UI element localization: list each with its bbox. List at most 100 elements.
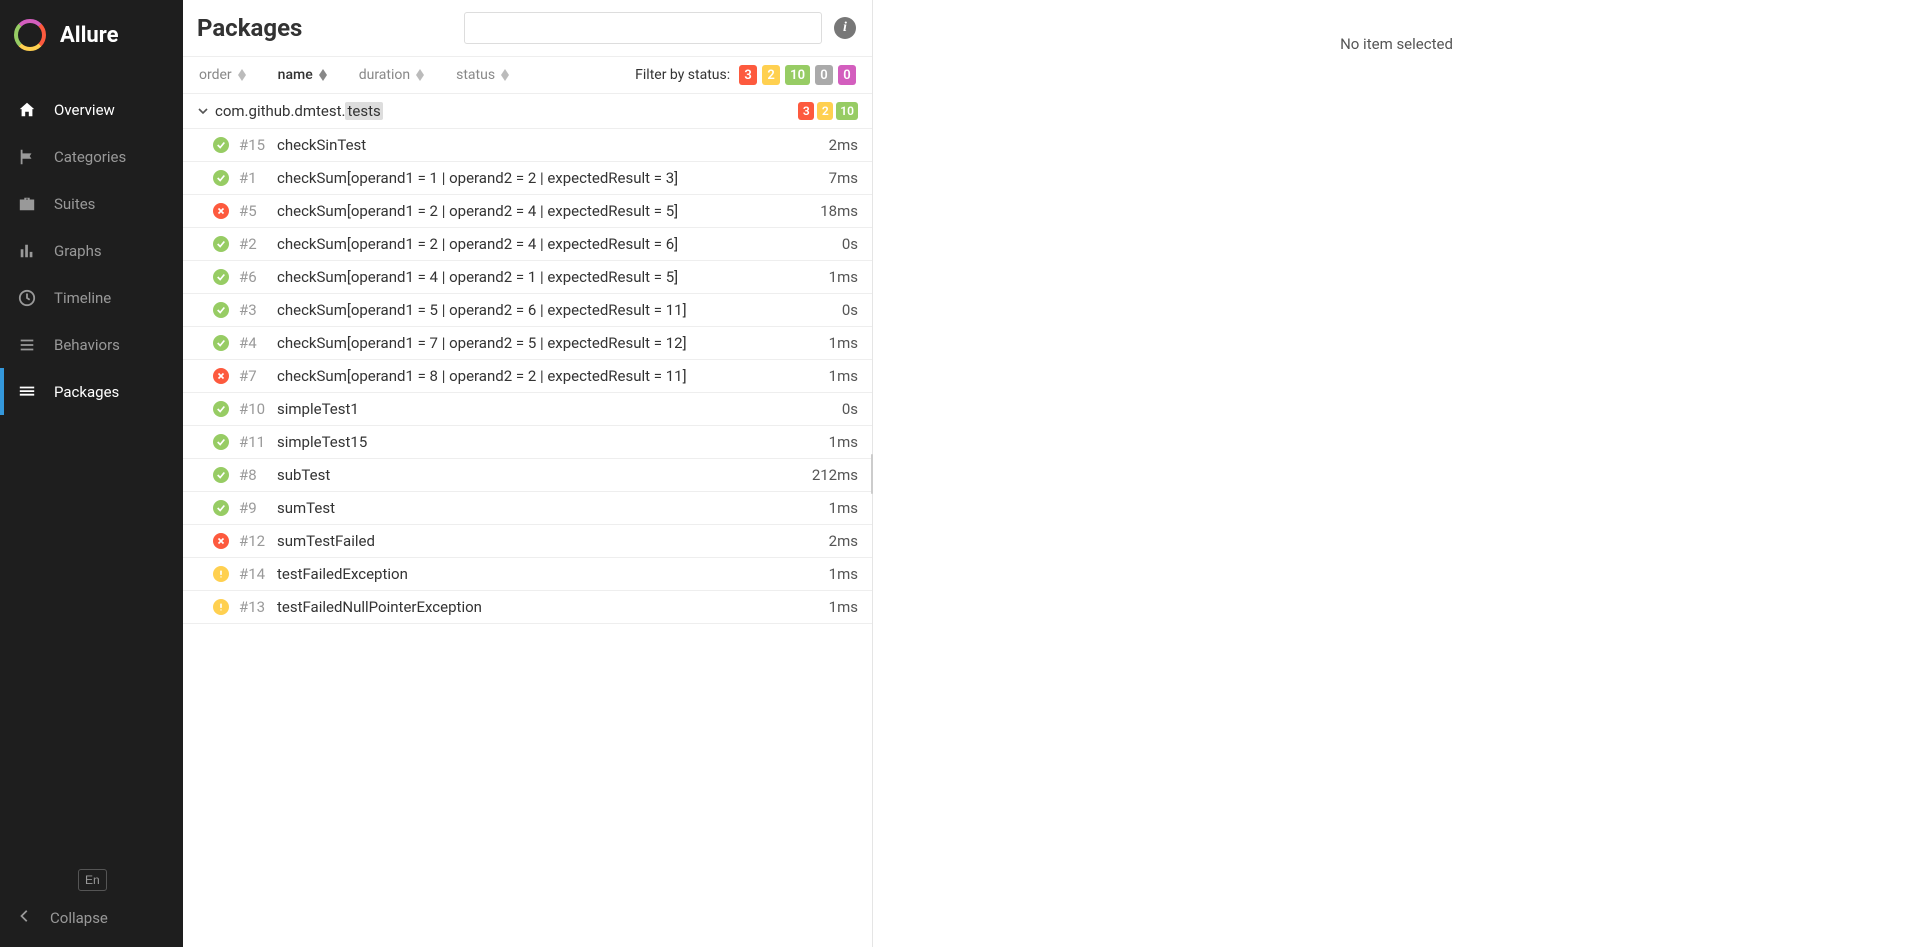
test-id: #8 — [239, 466, 269, 484]
list-icon — [18, 336, 36, 354]
nav-item-packages[interactable]: Packages — [0, 368, 183, 415]
sort-order[interactable]: order — [199, 67, 246, 83]
collapse-sidebar[interactable]: Collapse — [18, 909, 165, 927]
sort-duration-label: duration — [359, 67, 410, 83]
test-row[interactable]: #15checkSinTest2ms — [183, 129, 872, 162]
page-title: Packages — [197, 14, 452, 42]
sort-status-label: status — [456, 67, 495, 83]
nav-item-categories[interactable]: Categories — [0, 133, 183, 180]
nav-item-graphs[interactable]: Graphs — [0, 227, 183, 274]
status-passed-icon — [213, 236, 229, 252]
nav-label: Overview — [54, 101, 115, 119]
test-name: testFailedNullPointerException — [277, 598, 821, 616]
nav-item-behaviors[interactable]: Behaviors — [0, 321, 183, 368]
panel-header: Packages i — [183, 0, 872, 56]
status-failed-icon — [213, 368, 229, 384]
nav-label: Suites — [54, 195, 95, 213]
sort-name[interactable]: name — [278, 67, 327, 83]
test-id: #14 — [239, 565, 269, 583]
test-row[interactable]: #14testFailedException1ms — [183, 558, 872, 591]
package-name: com.github.dmtest.tests — [215, 102, 797, 120]
test-row[interactable]: #13testFailedNullPointerException1ms — [183, 591, 872, 624]
group-badge-passed: 10 — [836, 102, 858, 120]
test-duration: 1ms — [829, 433, 858, 451]
test-duration: 0s — [842, 235, 858, 253]
clock-icon — [18, 289, 36, 307]
sort-caret-icon — [501, 69, 509, 81]
test-id: #15 — [239, 136, 269, 154]
test-row[interactable]: #5 checkSum[operand1 = 2 | operand2 = 4 |… — [183, 195, 872, 228]
test-id: #10 — [239, 400, 269, 418]
detail-empty-message: No item selected — [1340, 35, 1453, 53]
test-row[interactable]: #8 subTest 212ms — [183, 459, 872, 492]
brand[interactable]: Allure — [0, 0, 183, 70]
test-duration: 1ms — [829, 565, 858, 583]
test-name: checkSum[operand1 = 2 | operand2 = 4 | e… — [277, 202, 812, 220]
nav-item-timeline[interactable]: Timeline — [0, 274, 183, 321]
status-passed-icon — [213, 302, 229, 318]
status-failed-icon — [213, 203, 229, 219]
status-passed-icon — [213, 137, 229, 153]
sort-status[interactable]: status — [456, 67, 509, 83]
test-duration: 212ms — [812, 466, 858, 484]
group-badges: 3 2 10 — [797, 102, 858, 120]
sort-duration[interactable]: duration — [359, 67, 424, 83]
filter-badge-broken[interactable]: 2 — [762, 65, 780, 85]
test-name: checkSinTest — [277, 136, 821, 154]
filter-badge-failed[interactable]: 3 — [739, 65, 757, 85]
home-icon — [18, 101, 36, 119]
nav-item-overview[interactable]: Overview — [0, 86, 183, 133]
sort-name-label: name — [278, 67, 313, 83]
language-button[interactable]: En — [78, 869, 107, 891]
test-row[interactable]: #7checkSum[operand1 = 8 | operand2 = 2 |… — [183, 360, 872, 393]
test-tree: com.github.dmtest.tests 3 2 10 #15 checkS… — [183, 94, 872, 947]
test-id: #12 — [239, 532, 269, 550]
search-input[interactable] — [464, 12, 822, 44]
status-passed-icon — [213, 434, 229, 450]
test-row[interactable]: #9sumTest1ms — [183, 492, 872, 525]
test-duration: 2ms — [829, 532, 858, 550]
panel-splitter[interactable] — [868, 0, 876, 947]
test-id: #2 — [239, 235, 269, 253]
test-duration: 1ms — [829, 598, 858, 616]
group-badge-broken: 2 — [817, 102, 833, 120]
detail-panel: No item selected — [873, 0, 1920, 947]
test-name: checkSum[operand1 = 4 | operand2 = 1 | e… — [277, 268, 821, 286]
test-row[interactable]: #12sumTestFailed2ms — [183, 525, 872, 558]
status-passed-icon — [213, 467, 229, 483]
test-row[interactable]: #2checkSum[operand1 = 2 | operand2 = 4 |… — [183, 228, 872, 261]
sort-row: order name duration status — [183, 56, 872, 94]
test-id: #5 — [239, 202, 269, 220]
test-id: #6 — [239, 268, 269, 286]
package-group[interactable]: com.github.dmtest.tests 3 2 10 — [183, 94, 872, 129]
filter-badge-skipped[interactable]: 0 — [815, 65, 833, 85]
test-duration: 1ms — [829, 499, 858, 517]
test-duration: 18ms — [820, 202, 858, 220]
test-name: checkSum[operand1 = 7 | operand2 = 5 | e… — [277, 334, 821, 352]
test-name: checkSum[operand1 = 5 | operand2 = 6 | e… — [277, 301, 834, 319]
test-name: subTest — [277, 466, 804, 484]
test-row[interactable]: #11simpleTest151ms — [183, 426, 872, 459]
test-name: checkSum[operand1 = 1 | operand2 = 2 | e… — [277, 169, 821, 187]
test-row[interactable]: #4checkSum[operand1 = 7 | operand2 = 5 |… — [183, 327, 872, 360]
test-row[interactable]: #1checkSum[operand1 = 1 | operand2 = 2 |… — [183, 162, 872, 195]
test-name: simpleTest1 — [277, 400, 834, 418]
nav-item-suites[interactable]: Suites — [0, 180, 183, 227]
align-icon — [18, 383, 36, 401]
status-passed-icon — [213, 170, 229, 186]
nav-label: Behaviors — [54, 336, 120, 354]
nav-label: Timeline — [54, 289, 111, 307]
main: Packages i order name duration — [183, 0, 1920, 947]
allure-logo-icon — [14, 19, 46, 51]
test-row[interactable]: #6 checkSum[operand1 = 4 | operand2 = 1 |… — [183, 261, 872, 294]
test-row[interactable]: #3 checkSum[operand1 = 5 | operand2 = 6 |… — [183, 294, 872, 327]
test-duration: 1ms — [829, 268, 858, 286]
filter-badge-unknown[interactable]: 0 — [838, 65, 856, 85]
info-icon[interactable]: i — [834, 17, 856, 39]
test-name: sumTest — [277, 499, 821, 517]
test-row[interactable]: #10simpleTest10s — [183, 393, 872, 426]
test-id: #3 — [239, 301, 269, 319]
filter-badge-passed[interactable]: 10 — [785, 65, 810, 85]
status-broken-icon — [213, 566, 229, 582]
status-passed-icon — [213, 401, 229, 417]
